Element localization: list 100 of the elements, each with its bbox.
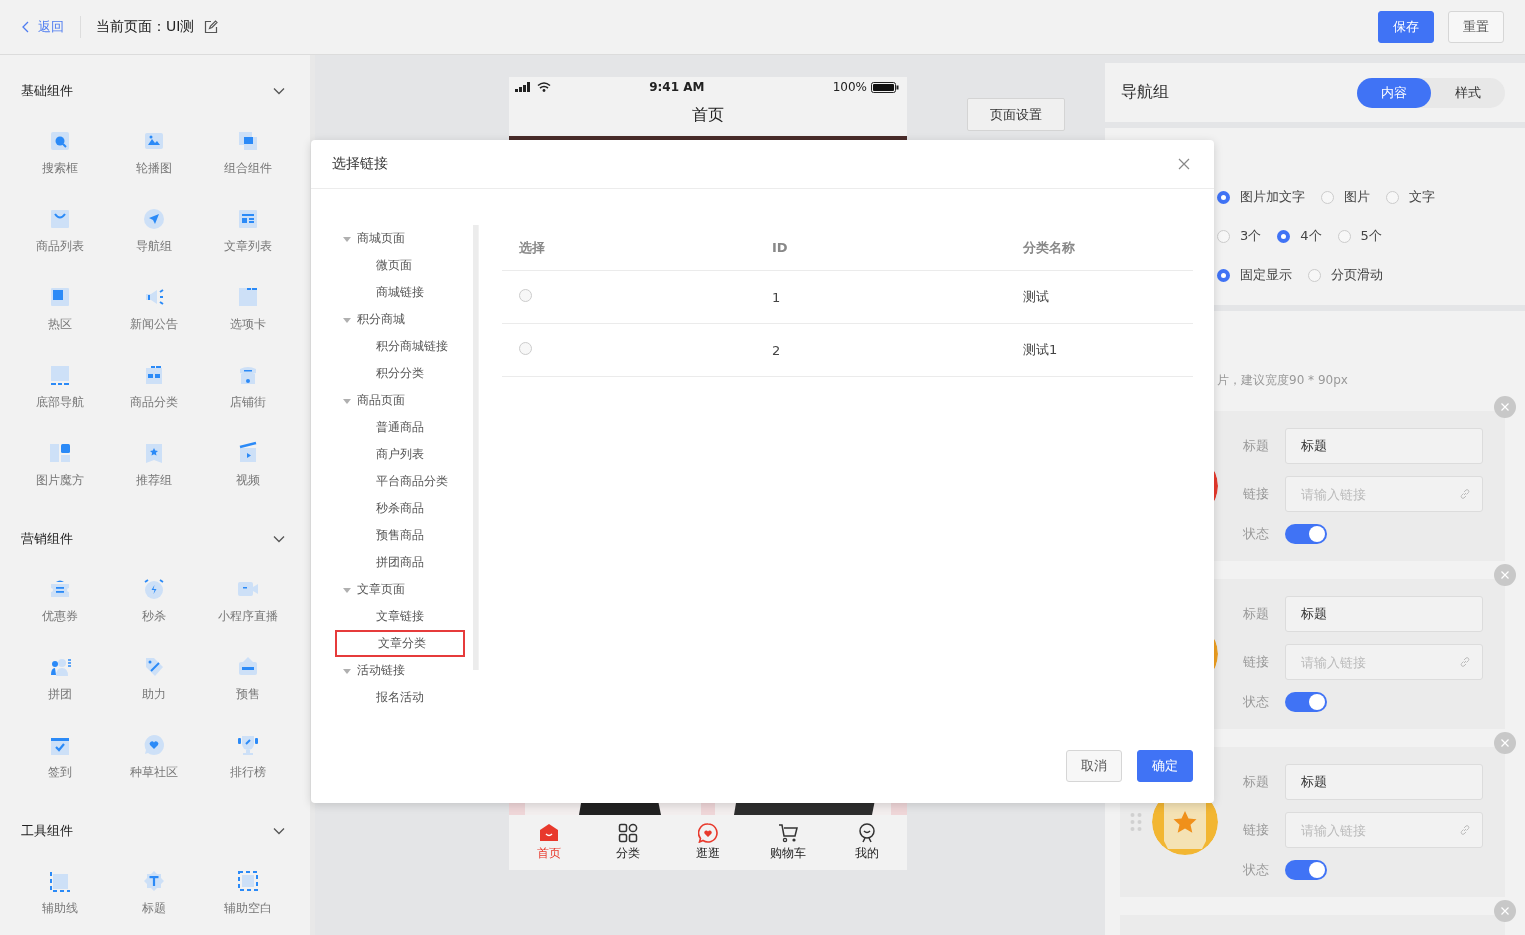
component-label[interactable]: 选项卡 [230,315,266,333]
component-label[interactable]: 辅助线 [42,899,78,917]
close-icon[interactable] [1494,732,1516,754]
component-label[interactable]: 秒杀 [142,607,166,625]
radio-button[interactable] [519,289,532,302]
radio-option[interactable]: 分页滑动 [1308,266,1383,284]
component-label[interactable]: 推荐组 [136,471,172,489]
navigation-icon[interactable] [142,207,166,231]
close-icon[interactable] [1494,564,1516,586]
bottom-bar-icon[interactable] [48,363,72,387]
component-label[interactable]: 组合组件 [224,159,272,177]
close-icon[interactable] [1494,396,1516,418]
caret-icon[interactable] [343,666,351,675]
component-label[interactable]: 排行榜 [230,763,266,781]
toggle-switch[interactable] [1285,524,1327,544]
tree-node[interactable]: 积分商城链接 [335,333,465,360]
radio-option[interactable]: 5个 [1337,227,1382,245]
component-label[interactable]: 文章列表 [224,237,272,255]
article-list-icon[interactable] [236,207,260,231]
chevron-icon[interactable] [273,533,285,545]
component-label[interactable]: 轮播图 [136,159,172,177]
component-label[interactable]: 助力 [142,685,166,703]
chevron-icon[interactable] [273,85,285,97]
tab-bar-item[interactable]: 首页 [509,815,589,870]
component-label[interactable]: 底部导航 [36,393,84,411]
tree-node[interactable]: 积分分类 [335,360,465,387]
title-field[interactable]: 标题 [1285,428,1483,464]
component-label[interactable]: 拼团 [48,685,72,703]
component-label[interactable]: 导航组 [136,237,172,255]
title-field[interactable]: 标题 [1285,764,1483,800]
tree-node[interactable]: 文章分类 [335,630,465,657]
component-label[interactable]: 优惠券 [42,607,78,625]
tab-bar-item[interactable]: 逛逛 [668,815,748,870]
radio-option[interactable]: 图片 [1321,188,1370,206]
tree-node[interactable]: 预售商品 [335,522,465,549]
caret-icon[interactable] [343,585,351,594]
caret-icon[interactable] [343,315,351,324]
component-label[interactable]: 小程序直播 [218,607,278,625]
component-label[interactable]: 图片魔方 [36,471,84,489]
toggle-switch[interactable] [1285,692,1327,712]
component-label[interactable]: 预售 [236,685,260,703]
component-label[interactable]: 商品列表 [36,237,84,255]
close-icon[interactable] [1178,158,1190,170]
cancel-button[interactable]: 取消 [1066,750,1122,782]
component-label[interactable]: 辅助空白 [224,899,272,917]
component-label[interactable]: 商品分类 [130,393,178,411]
alarm-clock-icon[interactable] [142,577,166,601]
back-link[interactable]: 返回 [22,18,64,36]
layers-icon[interactable] [236,129,260,153]
tiles-icon[interactable] [48,441,72,465]
tab-bar-item[interactable]: 分类 [588,815,669,870]
caret-icon[interactable] [343,234,351,243]
trophy-icon[interactable] [236,733,260,757]
tree-node[interactable]: 平台商品分类 [335,468,465,495]
component-label[interactable]: 标题 [142,899,166,917]
tree-node[interactable]: 积分商城 [335,306,465,333]
radio-option[interactable]: 文字 [1386,188,1435,206]
radio-button[interactable] [519,342,532,355]
tab-bar-item[interactable]: 购物车 [747,815,828,870]
tree-node[interactable]: 活动链接 [335,657,465,684]
toggle-switch[interactable] [1285,860,1327,880]
component-label[interactable]: 视频 [236,471,260,489]
tree-node[interactable]: 拼团商品 [335,549,465,576]
tree-node[interactable]: 秒杀商品 [335,495,465,522]
component-label[interactable]: 热区 [48,315,72,333]
dashed-square-icon[interactable] [48,869,72,893]
tab-bar-item[interactable]: 我的 [827,815,907,870]
component-label[interactable]: 签到 [48,763,72,781]
tree-node[interactable]: 报名活动 [335,684,465,711]
save-button[interactable]: 保存 [1378,11,1434,43]
heart-bubble-icon[interactable] [142,733,166,757]
close-icon[interactable] [1494,900,1516,922]
tree-node[interactable]: 微页面 [335,252,465,279]
dashed-frame-icon[interactable] [236,869,260,893]
radio-option[interactable]: 4个 [1277,227,1322,245]
tab-icon[interactable] [236,285,260,309]
tab[interactable]: 样式 [1431,77,1505,108]
bag-icon[interactable] [48,207,72,231]
component-label[interactable]: 新闻公告 [130,315,178,333]
reset-button[interactable]: 重置 [1448,11,1504,43]
component-label[interactable]: 搜索框 [42,159,78,177]
confirm-button[interactable]: 确定 [1137,750,1193,782]
tree-node[interactable]: 商城链接 [335,279,465,306]
caret-icon[interactable] [343,396,351,405]
tree-node[interactable]: 商城页面 [335,225,465,252]
component-label[interactable]: 店铺街 [230,393,266,411]
tree-node[interactable]: 文章链接 [335,603,465,630]
tree-node[interactable]: 商品页面 [335,387,465,414]
drag-handle-icon[interactable] [1130,812,1142,832]
component-label[interactable]: 种草社区 [130,763,178,781]
search-icon[interactable] [48,129,72,153]
radio-option[interactable]: 3个 [1217,227,1262,245]
tree-node[interactable]: 普通商品 [335,414,465,441]
square-icon[interactable] [48,285,72,309]
title-icon[interactable] [142,869,166,893]
tree-node[interactable]: 商户列表 [335,441,465,468]
page-settings-button[interactable]: 页面设置 [967,98,1065,131]
tab[interactable]: 内容 [1357,77,1431,108]
tree-node[interactable]: 文章页面 [335,576,465,603]
title-field[interactable]: 标题 [1285,596,1483,632]
